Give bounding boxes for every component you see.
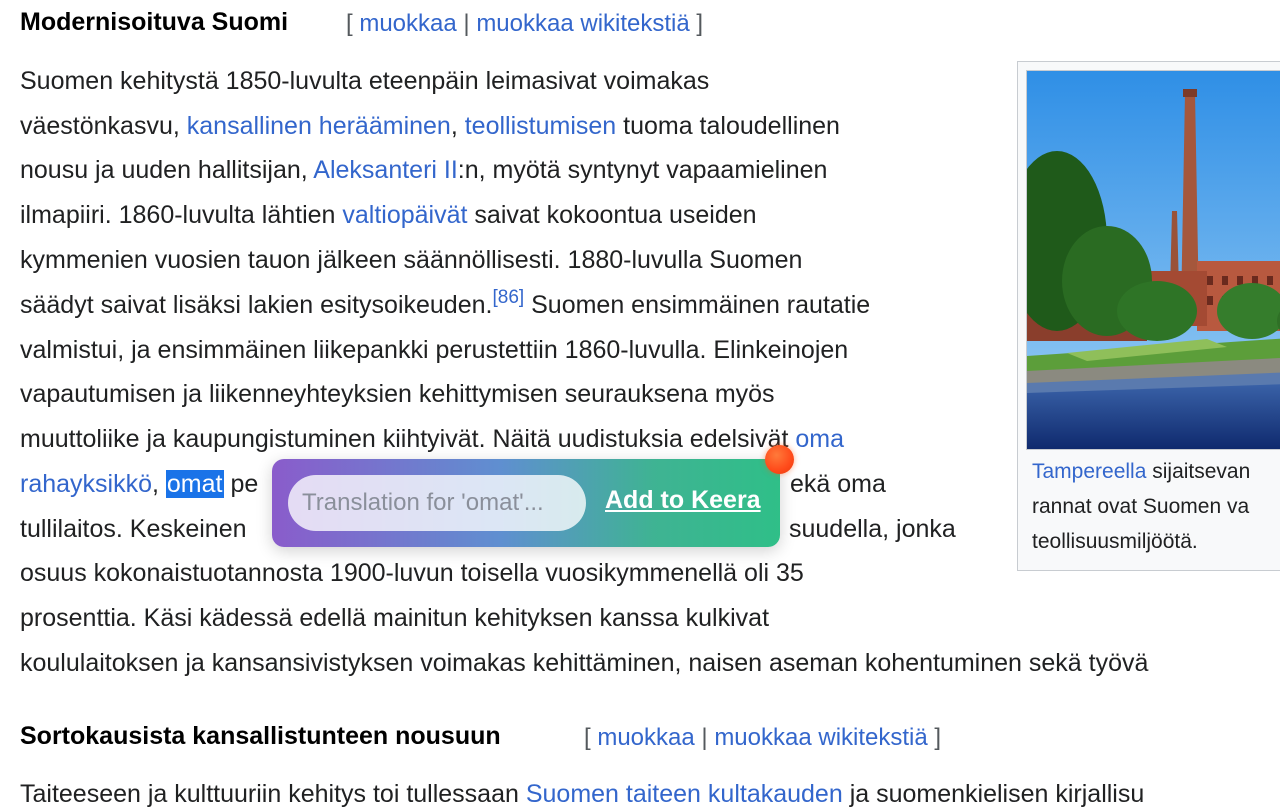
paragraph-line: muuttoliike ja kaupungistuminen kiihtyiv…: [20, 425, 844, 454]
caption-text: teollisuusmiljöötä.: [1032, 530, 1198, 553]
paragraph-line: väestönkasvu, kansallinen herääminen, te…: [20, 112, 840, 141]
text: ilmapiiri. 1860-luvulta lähtien: [20, 201, 343, 229]
paragraph-line: prosenttia. Käsi kädessä edellä mainitun…: [20, 604, 770, 632]
section-edit-links: [ muokkaa | muokkaa wikitekstiä ]: [346, 10, 703, 38]
edit-separator: |: [463, 10, 470, 37]
translation-popup: Add to Keera: [272, 459, 780, 547]
add-to-keera-button[interactable]: Add to Keera: [605, 486, 761, 515]
edit-wikitext-link[interactable]: muokkaa wikitekstiä: [714, 724, 927, 751]
text: ja suomenkielisen kirjallisu: [842, 780, 1145, 808]
text: muuttoliike ja kaupungistuminen kiihtyiv…: [20, 425, 796, 453]
thumbnail-figure: Tampereella sijaitsevan rannat ovat Suom…: [1017, 61, 1280, 571]
selected-word[interactable]: omat: [165, 470, 224, 498]
text: pe: [223, 470, 259, 498]
link-valtiopaivat[interactable]: valtiopäivät: [342, 201, 467, 229]
section-heading: Sortokausista kansallistunteen nousuun: [20, 722, 501, 750]
tampere-factory-image[interactable]: [1026, 70, 1280, 450]
text: väestönkasvu,: [20, 112, 187, 140]
paragraph-line: säädyt saivat lisäksi lakien esitysoikeu…: [20, 288, 871, 320]
paragraph-line: valmistui, ja ensimmäinen liikepankki pe…: [20, 336, 849, 364]
text: saivat kokoontua useiden: [467, 201, 757, 229]
edit-bracket-close: ]: [696, 10, 704, 37]
link-oma-rahayksikko[interactable]: oma: [795, 425, 844, 453]
edit-link[interactable]: muokkaa: [597, 724, 694, 751]
text: nousu ja uuden hallitsijan,: [20, 156, 314, 184]
paragraph-line: nousu ja uuden hallitsijan, Aleksanteri …: [20, 156, 827, 185]
paragraph-line: koululaitoksen ja kansansivistyksen voim…: [20, 649, 1149, 677]
edit-wikitext-link[interactable]: muokkaa wikitekstiä: [476, 10, 689, 37]
paragraph-line-fragment: ekä oma: [790, 470, 886, 498]
link-suomen-taiteen-kultakausi[interactable]: Suomen taiteen kultakauden: [526, 780, 843, 808]
text: säädyt saivat lisäksi lakien esitysoikeu…: [20, 291, 493, 319]
text: Taiteeseen ja kulttuuriin kehitys toi tu…: [20, 780, 526, 808]
extension-status-dot[interactable]: [765, 445, 794, 474]
text: :n, myötä syntynyt vapaamielinen: [457, 156, 828, 184]
caption-text: rannat ovat Suomen va: [1032, 495, 1250, 518]
paragraph-line: vapautumisen ja liikenneyhteyksien kehit…: [20, 380, 775, 408]
text: ,: [450, 112, 465, 140]
paragraph-line: ilmapiiri. 1860-luvulta lähtien valtiopä…: [20, 201, 757, 230]
link-aleksanteri-ii[interactable]: Aleksanteri II: [313, 156, 458, 184]
text: tuoma taloudellinen: [616, 112, 840, 140]
edit-bracket-close: ]: [934, 724, 942, 751]
reference-link[interactable]: [86]: [492, 287, 524, 308]
link-kansallinen-heraaminen[interactable]: kansallinen herääminen: [187, 112, 451, 140]
paragraph-line: tullilaitos. Keskeinen: [20, 515, 247, 543]
caption-text: sijaitsevan: [1146, 460, 1251, 483]
paragraph-line: Suomen kehitystä 1850-luvulta eteenpäin …: [20, 67, 710, 95]
edit-separator: |: [701, 724, 708, 751]
edit-bracket-open: [: [346, 10, 353, 37]
text: ,: [152, 470, 166, 498]
link-tampereella[interactable]: Tampereella: [1032, 460, 1146, 483]
paragraph-line: kymmenien vuosien tauon jälkeen säännöll…: [20, 246, 803, 274]
link-rahayksikko[interactable]: rahayksikkö: [20, 470, 152, 498]
paragraph-line: osuus kokonaistuotannosta 1900-luvun toi…: [20, 559, 804, 587]
link-teollistumisen[interactable]: teollistumisen: [465, 112, 616, 140]
paragraph-line: rahayksikkö, omat pe: [20, 470, 258, 499]
section-heading: Modernisoituva Suomi: [20, 8, 289, 36]
paragraph-line-fragment: suudella, jonka: [789, 515, 956, 543]
section-edit-links: [ muokkaa | muokkaa wikitekstiä ]: [584, 724, 941, 752]
translation-input[interactable]: [288, 475, 586, 531]
paragraph-line: Taiteeseen ja kulttuuriin kehitys toi tu…: [20, 780, 1144, 809]
thumbnail-caption: Tampereella sijaitsevan rannat ovat Suom…: [1032, 454, 1250, 559]
edit-link[interactable]: muokkaa: [359, 10, 456, 37]
text: Suomen ensimmäinen rautatie: [524, 291, 871, 319]
edit-bracket-open: [: [584, 724, 591, 751]
